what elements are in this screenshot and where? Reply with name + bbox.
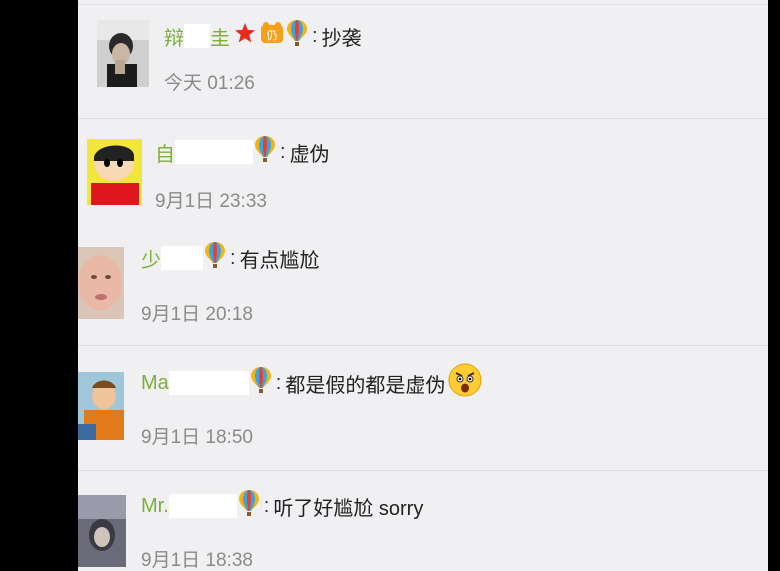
hot-air-balloon-icon xyxy=(286,19,308,53)
comment-item: 辩 圭 仍 : 抄袭 今天 01:26 xyxy=(78,0,768,118)
colon: : xyxy=(230,246,236,269)
colon: : xyxy=(280,140,286,163)
timestamp: 9月1日 18:50 xyxy=(141,427,253,448)
colon: : xyxy=(263,494,270,517)
redaction-box xyxy=(161,246,203,270)
comment-item: 少 : 有点尴尬 9月1日 20:18 xyxy=(78,233,768,344)
comment-panel: 辩 圭 仍 : 抄袭 今天 01:26 自: 虚伪 9月1日 23:33 少 … xyxy=(78,0,768,571)
redaction-box xyxy=(184,24,210,48)
avatar[interactable] xyxy=(97,20,149,87)
username[interactable]: 辩 xyxy=(164,22,184,51)
hot-air-balloon-icon xyxy=(204,241,226,275)
right-edge xyxy=(768,0,780,571)
comment-text: 听了好尴尬 sorry xyxy=(273,497,424,520)
redaction-box xyxy=(175,140,253,164)
redaction-box xyxy=(168,371,249,395)
svg-text:仍: 仍 xyxy=(267,29,278,42)
username[interactable]: 少 xyxy=(141,244,161,273)
colon: : xyxy=(275,371,282,394)
comment-text: 虚伪 xyxy=(289,143,330,166)
hot-air-balloon-icon xyxy=(238,489,260,523)
username[interactable]: 自 xyxy=(155,138,175,167)
timestamp: 9月1日 18:38 xyxy=(141,550,253,571)
username-end[interactable]: 圭 xyxy=(210,22,230,51)
username[interactable]: Mr. xyxy=(141,495,169,518)
comment-text: 抄袭 xyxy=(321,27,362,50)
hot-air-balloon-icon xyxy=(254,135,276,169)
red-star-icon xyxy=(234,22,256,50)
avatar[interactable] xyxy=(78,495,126,567)
avatar[interactable] xyxy=(78,247,124,319)
comment-text: 有点尴尬 xyxy=(239,249,320,272)
fan-badge-icon: 仍 xyxy=(259,21,285,51)
timestamp: 9月1日 20:18 xyxy=(141,304,253,325)
colon: : xyxy=(312,24,318,47)
shocked-face-emoji xyxy=(448,363,482,403)
comment-item: Ma : 都是假的都是虚伪 9月1日 18:50 xyxy=(78,346,768,470)
comment-text: 都是假的都是虚伪 xyxy=(285,374,446,397)
redaction-box xyxy=(168,494,237,518)
avatar[interactable] xyxy=(78,372,124,440)
timestamp: 今天 01:26 xyxy=(164,73,255,94)
timestamp: 9月1日 23:33 xyxy=(155,191,267,212)
username[interactable]: Ma xyxy=(141,372,169,395)
comment-item: Mr. : 听了好尴尬 sorry 9月1日 18:38 xyxy=(78,471,768,571)
comment-item: 自 : 虚伪 9月1日 23:33 xyxy=(78,119,768,233)
hot-air-balloon-icon xyxy=(250,366,272,400)
avatar[interactable] xyxy=(87,139,142,205)
